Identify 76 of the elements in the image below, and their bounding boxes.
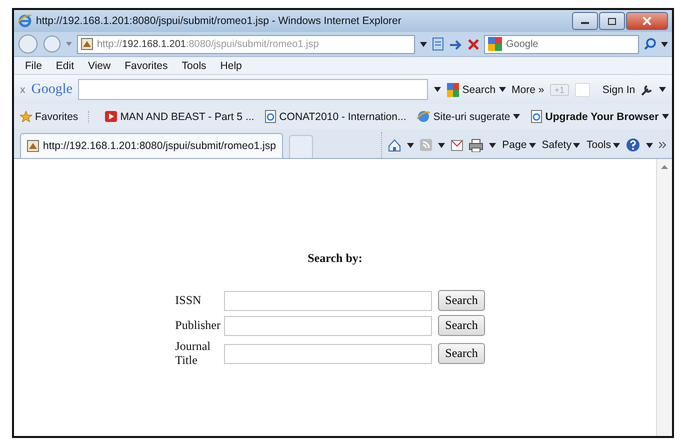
menu-item[interactable]: Favorites [124, 58, 169, 72]
star-icon [20, 111, 32, 122]
favorites-button[interactable]: Favorites [20, 110, 90, 122]
caret-icon[interactable] [407, 142, 414, 148]
caret-icon[interactable] [489, 142, 496, 148]
more-button[interactable]: More » [512, 84, 544, 96]
toggle-box [574, 82, 590, 96]
menu-item[interactable]: Edit [54, 58, 76, 72]
field-label: ISSN [175, 294, 202, 308]
sign-in-button[interactable]: Sign In [602, 84, 636, 96]
help-icon[interactable] [626, 138, 640, 152]
caret-icon[interactable] [438, 142, 446, 148]
address-field[interactable]: http://192.168.1.201:8080/jspui/submit/romeo1.jsp [77, 34, 415, 54]
caret-icon[interactable] [646, 142, 653, 148]
browser-logo-icon [18, 14, 32, 28]
caret-icon[interactable] [573, 142, 580, 148]
video-icon [105, 111, 118, 122]
input-field[interactable] [224, 344, 432, 364]
favorite-link[interactable]: CONAT2010 - Internation... [265, 110, 406, 123]
caret-icon[interactable] [659, 87, 666, 92]
browser-tab[interactable]: http://192.168.1.201:8080/jspui/submit/romeo1.jsp [20, 133, 283, 158]
caret-icon[interactable] [662, 114, 669, 119]
command-menu-button[interactable]: Safety [542, 139, 580, 151]
input-field[interactable] [224, 316, 432, 336]
caret-icon[interactable] [434, 87, 442, 92]
toolbar-search-field[interactable] [78, 79, 428, 100]
page-icon [27, 140, 39, 152]
search-button[interactable]: Search [438, 315, 485, 336]
compatibility-view-icon[interactable] [432, 37, 444, 51]
menu-item[interactable]: Tools [180, 58, 208, 72]
caret-icon[interactable] [513, 114, 520, 119]
caret-icon[interactable] [661, 42, 668, 46]
wrench-icon[interactable] [641, 84, 654, 96]
refresh-icon[interactable] [449, 38, 463, 50]
menu-item[interactable]: Help [219, 58, 243, 72]
search-button[interactable]: Search [438, 290, 485, 311]
google-logo: Google [31, 82, 72, 98]
home-icon[interactable] [388, 138, 402, 152]
menu-item[interactable]: File [24, 58, 43, 72]
google-logo-icon [488, 37, 502, 51]
caret-icon[interactable] [420, 42, 427, 46]
close-toolbar-button[interactable]: x [20, 84, 26, 96]
google-logo-icon [447, 82, 460, 96]
search-field[interactable]: Google [484, 34, 639, 54]
maximize-button[interactable] [599, 12, 625, 30]
caret-icon[interactable] [613, 142, 620, 148]
chevron-icon[interactable] [659, 142, 666, 148]
caret-icon[interactable] [498, 87, 506, 92]
favorite-link[interactable]: MAN AND BEAST - Part 5 ... [105, 110, 254, 122]
command-menu-button[interactable]: Page [502, 139, 536, 151]
command-menu-button[interactable]: Tools [586, 139, 620, 151]
input-field[interactable] [224, 290, 432, 310]
search-button[interactable]: Search [438, 343, 485, 364]
page-icon [531, 110, 542, 123]
favorite-link[interactable]: Site-uri sugerate [417, 110, 520, 123]
menu-item[interactable]: View [87, 58, 112, 72]
search-button[interactable]: Search [462, 84, 496, 96]
field-label: Journal Title [175, 340, 212, 368]
search-icon[interactable] [644, 38, 656, 50]
print-icon[interactable] [469, 138, 484, 152]
mail-icon[interactable] [451, 140, 464, 150]
close-button[interactable] [626, 12, 668, 30]
form-heading: Search by: [308, 251, 362, 266]
caret-icon[interactable] [528, 142, 536, 148]
field-label: Publisher [175, 318, 220, 332]
window-title: http://192.168.1.201:8080/jspui/submit/romeo1.jsp - Windows Internet Explorer [36, 15, 402, 27]
stop-icon[interactable] [468, 38, 479, 50]
page-icon [81, 38, 93, 50]
scrollbar[interactable] [656, 159, 672, 436]
favorite-link[interactable]: Upgrade Your Browser [531, 110, 669, 123]
scroll-up-icon[interactable] [661, 165, 668, 169]
close-icon [643, 17, 651, 25]
minimize-button[interactable] [572, 12, 598, 30]
maximize-icon [608, 18, 616, 24]
page-icon [265, 110, 276, 123]
globe-icon [417, 110, 430, 123]
